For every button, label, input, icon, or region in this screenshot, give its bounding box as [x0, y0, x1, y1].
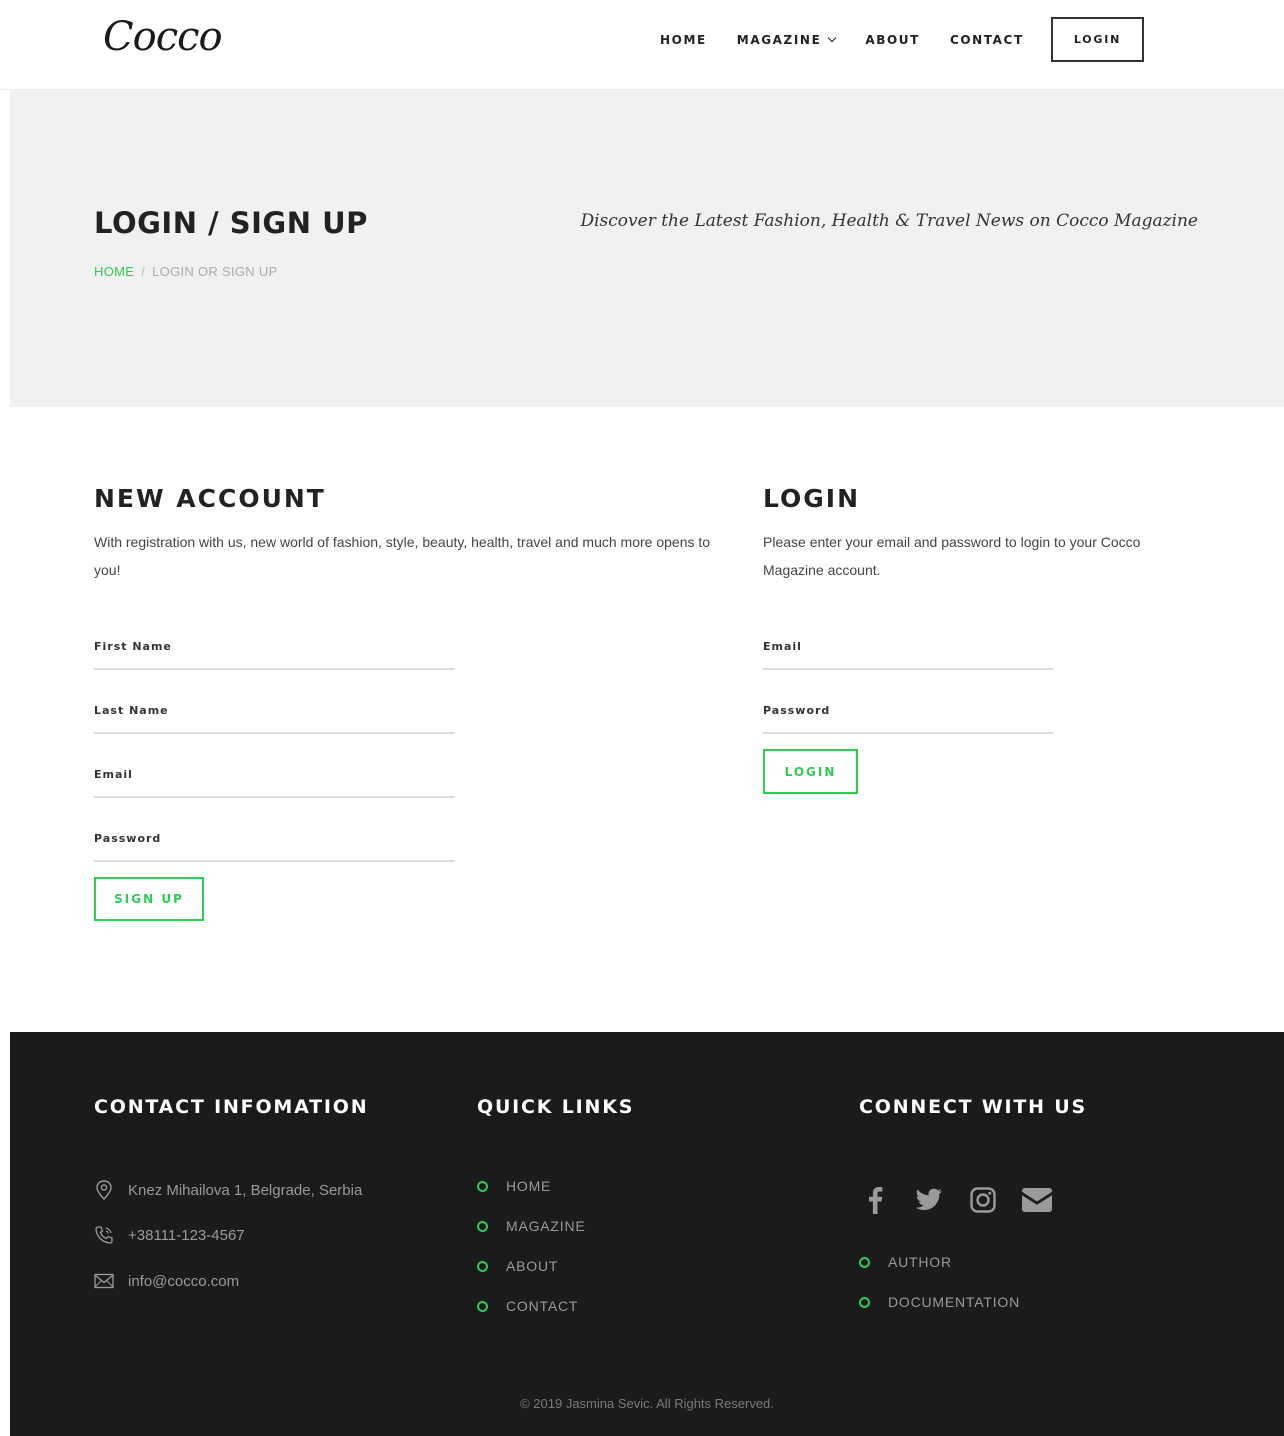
- site-footer: CONTACT INFOMATION Knez Mihailova 1, Bel…: [10, 1032, 1284, 1436]
- phone-icon: [94, 1225, 114, 1245]
- copyright-text: © 2019 Jasmina Sevic. All Rights Reserve…: [520, 1396, 774, 1411]
- nav-contact[interactable]: CONTACT: [950, 33, 1024, 47]
- signup-password-input[interactable]: [94, 848, 455, 864]
- email-text[interactable]: info@cocco.com: [128, 1273, 239, 1290]
- nav-magazine[interactable]: MAGAZINE: [736, 33, 837, 47]
- circle-bullet-icon: [477, 1300, 488, 1312]
- circle-bullet-icon: [477, 1180, 488, 1192]
- header-login-button[interactable]: LOGIN: [1051, 17, 1144, 62]
- circle-bullet-icon: [859, 1256, 870, 1268]
- signup-email-input[interactable]: [94, 784, 455, 800]
- login-password-input[interactable]: [763, 720, 1053, 736]
- signup-email-label: Email: [94, 768, 133, 781]
- site-header: Cocco HOME MAGAZINE ABOUT CONTACT LOGIN: [0, 0, 1284, 90]
- social-icons: [859, 1184, 1053, 1216]
- new-account-title: NEW ACCOUNT: [94, 484, 326, 513]
- last-name-field[interactable]: Last Name: [94, 704, 455, 736]
- facebook-icon[interactable]: [859, 1184, 891, 1216]
- phone-row: +38111-123-4567: [94, 1225, 245, 1245]
- footer-link-label: AUTHOR: [888, 1254, 952, 1270]
- email-row: info@cocco.com: [94, 1271, 239, 1291]
- main-nav: HOME MAGAZINE ABOUT CONTACT: [660, 33, 1024, 47]
- login-submit-button[interactable]: LOGIN: [763, 749, 858, 794]
- login-email-label: Email: [763, 640, 802, 653]
- breadcrumb-separator: /: [141, 264, 146, 279]
- footer-link-author[interactable]: AUTHOR: [859, 1254, 952, 1270]
- first-name-field[interactable]: First Name: [94, 640, 455, 672]
- breadcrumb-current: LOGIN OR SIGN UP: [152, 264, 278, 279]
- sign-up-button[interactable]: SIGN UP: [94, 877, 204, 921]
- login-password-field[interactable]: Password: [763, 704, 1053, 736]
- cocco-logo[interactable]: Cocco: [95, 8, 227, 66]
- login-title: LOGIN: [763, 484, 861, 513]
- breadcrumb: HOME / LOGIN OR SIGN UP: [94, 264, 278, 279]
- address-text: Knez Mihailova 1, Belgrade, Serbia: [128, 1181, 363, 1199]
- last-name-input[interactable]: [94, 720, 455, 736]
- circle-bullet-icon: [477, 1220, 488, 1232]
- first-name-input[interactable]: [94, 656, 455, 672]
- quick-links-title: QUICK LINKS: [477, 1096, 635, 1118]
- first-name-label: First Name: [94, 640, 172, 653]
- circle-bullet-icon: [477, 1260, 488, 1272]
- chevron-down-icon: [828, 33, 837, 43]
- mail-icon: [94, 1271, 114, 1291]
- footer-link-label: ABOUT: [506, 1258, 559, 1274]
- signup-password-field[interactable]: Password: [94, 832, 455, 864]
- nav-magazine-label: MAGAZINE: [736, 33, 822, 47]
- new-account-description: With registration with us, new world of …: [94, 534, 711, 578]
- page-hero: LOGIN / SIGN UP HOME / LOGIN OR SIGN UP Di…: [10, 90, 1284, 407]
- footer-link-label: CONTACT: [506, 1298, 579, 1314]
- login-email-input[interactable]: [763, 656, 1053, 672]
- footer-link-contact[interactable]: CONTACT: [477, 1298, 578, 1314]
- footer-link-documentation[interactable]: DOCUMENTATION: [859, 1294, 1020, 1310]
- circle-bullet-icon: [859, 1296, 870, 1308]
- connect-title: CONNECT WITH US: [859, 1096, 1088, 1118]
- twitter-icon[interactable]: [913, 1184, 945, 1216]
- envelope-icon[interactable]: [1021, 1184, 1053, 1216]
- footer-link-home[interactable]: HOME: [477, 1178, 551, 1194]
- signup-password-label: Password: [94, 832, 162, 845]
- breadcrumb-home-link[interactable]: HOME: [94, 264, 134, 279]
- map-pin-icon: [94, 1180, 114, 1200]
- last-name-label: Last Name: [94, 704, 169, 717]
- login-password-label: Password: [763, 704, 831, 717]
- nav-home[interactable]: HOME: [660, 33, 707, 47]
- footer-link-label: MAGAZINE: [506, 1218, 586, 1234]
- phone-text: +38111-123-4567: [128, 1226, 245, 1244]
- signup-email-field[interactable]: Email: [94, 768, 455, 800]
- nav-about[interactable]: ABOUT: [865, 33, 920, 47]
- address-row: Knez Mihailova 1, Belgrade, Serbia: [94, 1180, 362, 1200]
- footer-link-label: HOME: [506, 1178, 552, 1194]
- instagram-icon[interactable]: [967, 1184, 999, 1216]
- login-description: Please enter your email and password to …: [763, 534, 1141, 578]
- footer-link-magazine[interactable]: MAGAZINE: [477, 1218, 586, 1234]
- footer-link-label: DOCUMENTATION: [888, 1294, 1020, 1310]
- login-email-field[interactable]: Email: [763, 640, 1053, 672]
- contact-info-title: CONTACT INFOMATION: [94, 1096, 369, 1118]
- page-title: LOGIN / SIGN UP: [94, 206, 368, 240]
- footer-link-about[interactable]: ABOUT: [477, 1258, 558, 1274]
- hero-tagline: Discover the Latest Fashion, Health & Tr…: [580, 211, 1198, 231]
